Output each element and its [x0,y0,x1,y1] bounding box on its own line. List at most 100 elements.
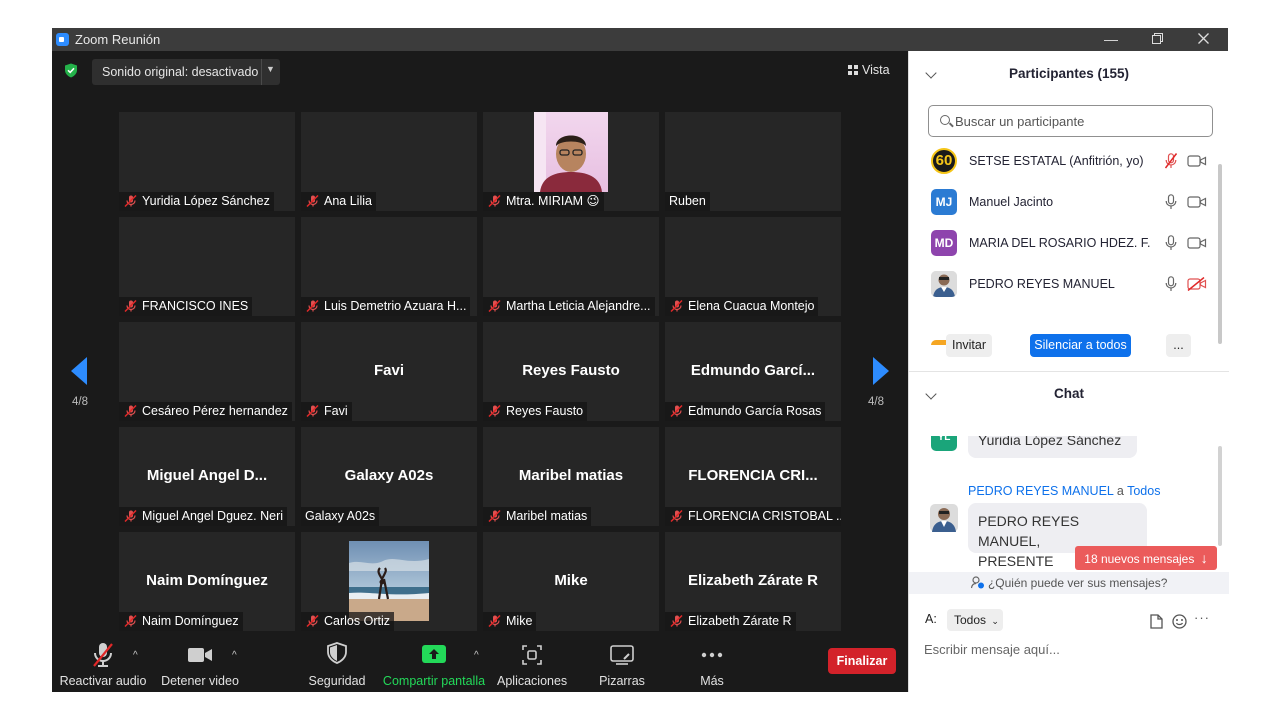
participant-display-name: Naim Domínguez [146,572,268,589]
video-off-icon[interactable] [1187,276,1207,292]
mic-icon[interactable] [1165,276,1177,292]
mic-muted-icon [487,509,501,523]
original-sound-button[interactable]: Sonido original: desactivado ▼ [92,59,280,85]
view-button[interactable]: Vista [848,63,890,77]
arrow-down-icon: ↓ [1200,550,1208,566]
mic-muted-icon [487,404,501,418]
file-icon[interactable] [1150,614,1163,629]
zoom-app-icon [56,33,69,46]
participant-video-tile[interactable]: Cesáreo Pérez hernandez [119,322,295,421]
unmute-audio-label: Reactivar audio [59,674,147,688]
participant-row[interactable]: MD MARIA DEL ROSARIO HDEZ. F. [909,225,1219,261]
mic-muted-icon [669,404,683,418]
participant-display-name: Favi [373,362,404,379]
emoji-icon[interactable] [1172,614,1187,629]
participants-more-button[interactable]: ... [1166,334,1191,357]
encryption-shield-icon[interactable] [64,63,78,78]
participant-video-tile[interactable]: FLORENCIA CRI... FLORENCIA CRISTOBAL ... [665,427,841,526]
participant-video-tile[interactable]: Miguel Angel D... Miguel Angel Dguez. Ner… [119,427,295,526]
restore-icon [1151,33,1163,44]
participant-name-text: Naim Domínguez [142,614,239,628]
security-button[interactable]: Seguridad [302,632,372,692]
video-camera-icon[interactable] [1187,154,1207,168]
participant-list-scrollbar[interactable] [1218,164,1222,344]
participant-video-tile[interactable]: Naim Domínguez Naim Domínguez [119,532,295,631]
share-options-caret-icon[interactable]: ^ [474,650,479,661]
previous-page-arrow-icon[interactable] [70,356,88,386]
participant-video-tile[interactable]: Galaxy A02s Galaxy A02s [301,427,477,526]
chat-scrollbar[interactable] [1218,446,1222,546]
mic-muted-icon [669,614,683,628]
participant-display-name: FLORENCIA CRI... [688,467,818,484]
participant-display-name: Elizabeth Zárate R [687,572,819,589]
mic-muted-icon [123,509,137,523]
chat-sender-name[interactable]: PEDRO REYES MANUEL [968,484,1113,498]
chat-recipient-select[interactable]: Todos ⌄ [947,609,1003,631]
participant-video-tile[interactable]: Martha Leticia Alejandre... [483,217,659,316]
unmute-audio-button[interactable]: Reactivar audio [58,632,148,692]
more-button[interactable]: Más [682,632,742,692]
mic-muted-icon [487,194,501,208]
participant-row[interactable]: MJ Manuel Jacinto [909,184,1219,220]
page-indicator-right: 4/8 [868,396,884,408]
participant-video-tile[interactable]: Luis Demetrio Azuara H... [301,217,477,316]
mute-all-button[interactable]: Silenciar a todos [1030,334,1131,357]
participant-video-tile[interactable]: Yuridia López Sánchez [119,112,295,211]
participant-video-tile[interactable]: Elena Cuacua Montejo [665,217,841,316]
participant-search-box[interactable] [928,105,1213,137]
audio-options-caret-icon[interactable]: ^ [133,650,138,661]
mic-muted-icon [305,404,319,418]
chevron-down-icon[interactable]: ▼ [266,64,275,74]
participant-name-text: Carlos Ortiz [324,614,390,628]
whiteboards-label: Pizarras [599,674,645,688]
chat-message-input[interactable] [924,639,1214,659]
video-camera-icon[interactable] [1187,236,1207,250]
minimize-button[interactable]: — [1088,28,1134,51]
mic-icon[interactable] [1165,235,1177,251]
participant-video-tile[interactable]: Ruben [665,112,841,211]
mic-icon[interactable] [1165,194,1177,210]
participant-video-tile[interactable]: Carlos Ortiz [301,532,477,631]
participant-video-tile[interactable]: Edmundo Garcí... Edmundo García Rosas [665,322,841,421]
video-options-caret-icon[interactable]: ^ [232,650,237,661]
share-screen-button[interactable]: Compartir pantalla [382,632,486,692]
new-messages-button[interactable]: 18 nuevos mensajes ↓ [1075,546,1217,570]
participant-avatar: MD [931,230,957,256]
participant-row[interactable]: PEDRO REYES MANUEL [909,266,1219,302]
stop-video-button[interactable]: Detener video [155,632,245,692]
participant-video-tile[interactable]: Reyes Fausto Reyes Fausto [483,322,659,421]
participant-name-text: Elena Cuacua Montejo [688,299,815,313]
participant-avatar: 60 [931,148,957,174]
participant-name-text: Galaxy A02s [305,509,376,523]
chat-more-button[interactable]: ··· [1194,610,1210,625]
chat-message-text: Yuridia López Sánchez [978,436,1122,448]
divider [261,59,262,85]
chat-recipient[interactable]: Todos [1127,484,1160,498]
participant-name-text: Mtra. MIRIAM 😉 [506,194,600,208]
original-sound-label: Sonido original: desactivado [102,65,259,79]
invite-button[interactable]: Invitar [946,334,992,357]
mic-muted-icon [487,614,501,628]
participant-video-tile[interactable]: Favi Favi [301,322,477,421]
apps-button[interactable]: Aplicaciones [497,632,567,692]
participant-video-tile[interactable]: Mtra. MIRIAM 😉 [483,112,659,211]
who-can-see-messages[interactable]: ¿Quién puede ver sus mensajes? [909,572,1229,594]
participant-video-feed [534,112,608,197]
participant-video-tile[interactable]: FRANCISCO INES [119,217,295,316]
video-camera-icon[interactable] [1187,195,1207,209]
end-meeting-button[interactable]: Finalizar [828,648,896,674]
close-button[interactable] [1180,28,1226,51]
whiteboards-button[interactable]: Pizarras [588,632,656,692]
participant-video-tile[interactable]: Maribel matias Maribel matias [483,427,659,526]
participant-video-tile[interactable]: Ana Lilia [301,112,477,211]
participant-search-input[interactable] [955,112,1205,130]
restore-button[interactable] [1134,28,1180,51]
participant-video-tile[interactable]: Mike Mike [483,532,659,631]
participant-name-text: Martha Leticia Alejandre... [506,299,651,313]
participant-row[interactable]: 60 SETSE ESTATAL (Anfitrión, yo) [909,143,1219,179]
mic-muted-icon [669,299,683,313]
mic-muted-icon[interactable] [1164,153,1178,169]
participant-video-tile[interactable]: Elizabeth Zárate R Elizabeth Zárate R [665,532,841,631]
next-page-arrow-icon[interactable] [872,356,890,386]
person-visibility-icon [970,576,984,589]
